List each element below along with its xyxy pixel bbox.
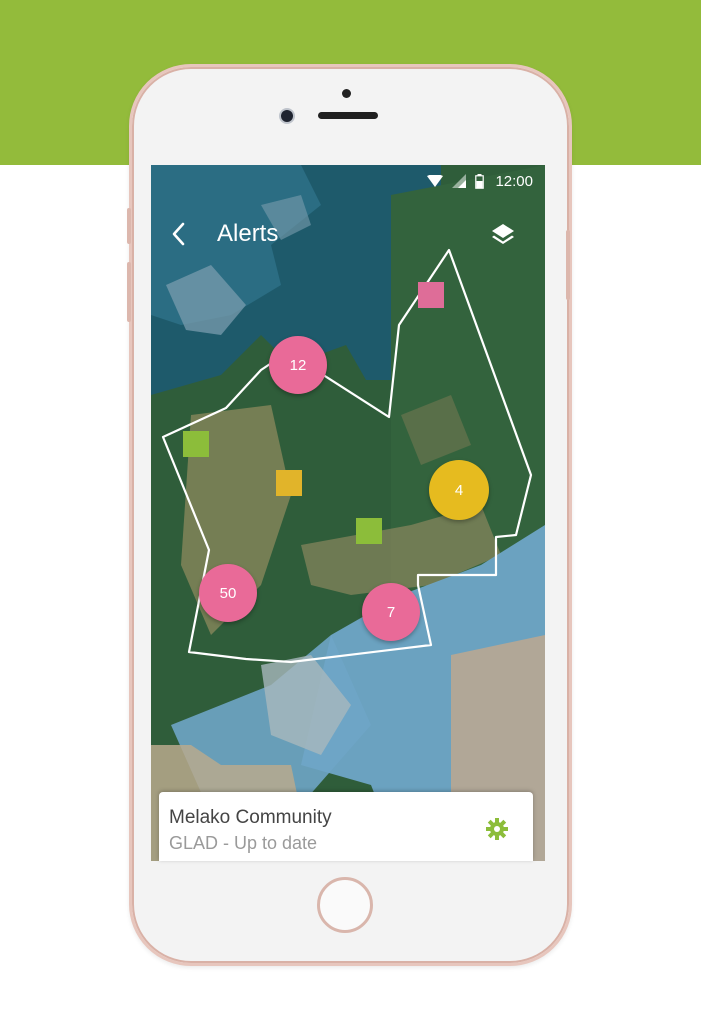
phone-mute-switch [127,208,131,244]
cluster-count: 12 [289,356,307,374]
home-button[interactable] [317,877,373,933]
battery-icon [475,173,485,189]
front-camera [281,110,293,122]
status-bar: 12:00 [151,165,545,197]
signal-icon [452,174,467,188]
alert-cluster-pink[interactable]: 50 [199,564,257,622]
alert-square-green[interactable] [183,431,209,457]
alert-square-pink[interactable] [418,282,444,308]
phone-speaker [318,112,378,119]
area-name: Melako Community [169,807,332,828]
alert-cluster-pink[interactable]: 7 [362,583,420,641]
phone-power-button [566,230,570,300]
back-button[interactable] [169,219,199,253]
area-info-card[interactable]: Melako Community GLAD - Up to date [159,792,533,861]
alert-square-green[interactable] [356,518,382,544]
app-screen: 12:00 Alerts 12 4 50 7 [151,165,545,861]
alert-square-yellow[interactable] [276,470,302,496]
cluster-count: 4 [454,481,464,499]
chevron-left-icon [172,222,185,246]
wifi-icon [427,174,444,187]
alert-cluster-yellow[interactable]: 4 [429,460,489,520]
phone-sensor [342,89,351,98]
alert-cluster-pink[interactable]: 12 [269,336,327,394]
area-status: GLAD - Up to date [169,833,318,853]
area-settings-button[interactable] [485,817,511,843]
phone-volume-up [127,262,131,322]
page-title: Alerts [217,220,279,247]
cluster-count: 50 [219,584,237,602]
gear-icon [486,818,508,840]
layers-icon [492,224,514,244]
app-bar: Alerts [151,217,545,257]
status-time: 12:00 [495,172,533,190]
cluster-count: 7 [386,603,396,621]
satellite-map[interactable] [151,165,545,861]
layers-button[interactable] [489,221,519,251]
